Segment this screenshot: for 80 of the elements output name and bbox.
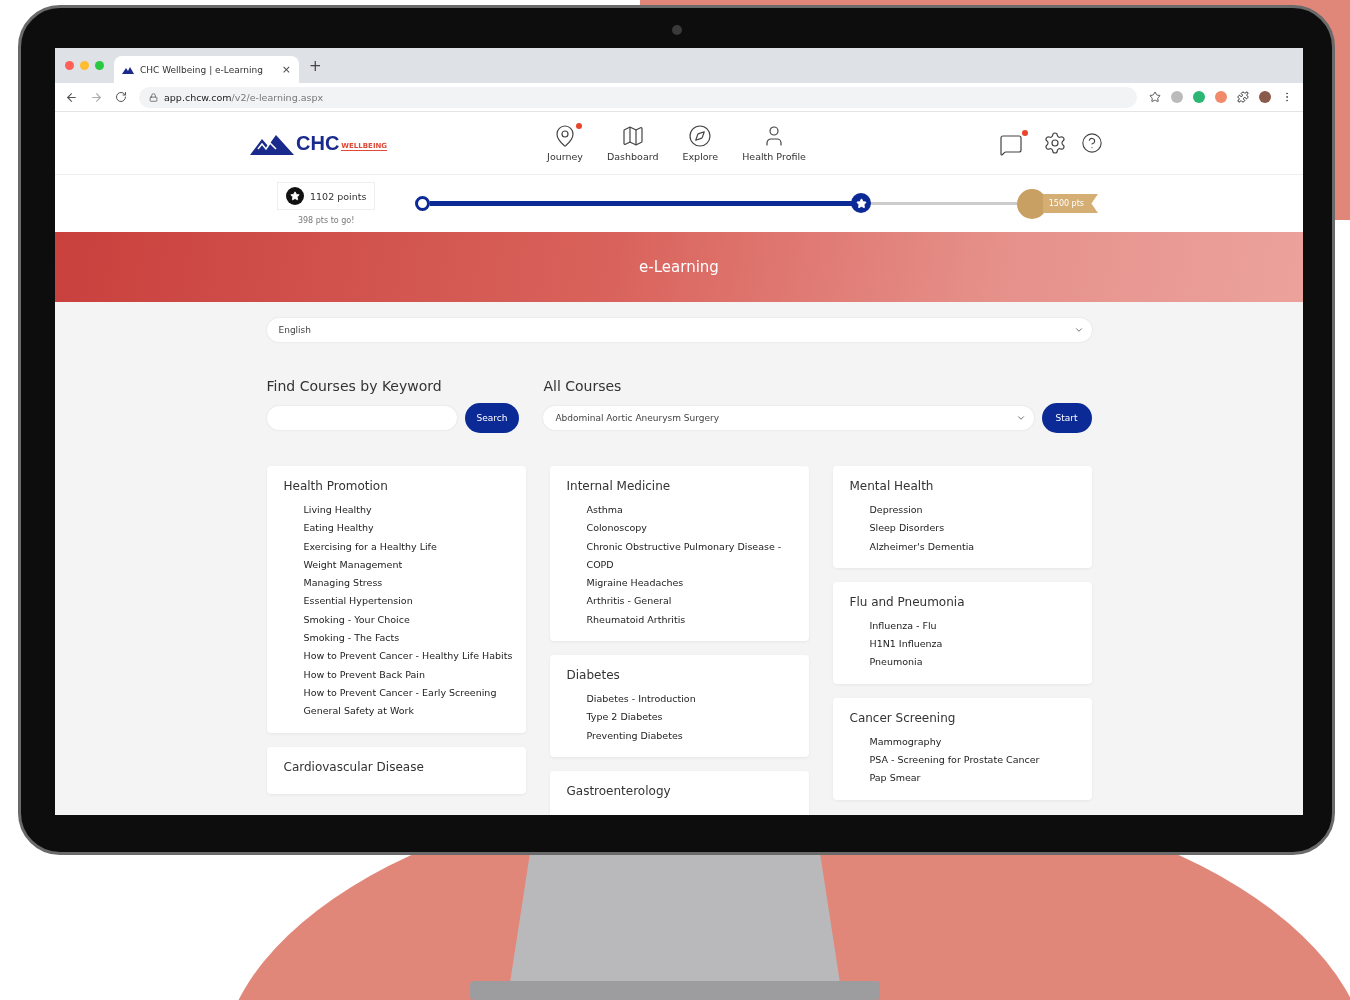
forward-icon[interactable] xyxy=(90,90,103,104)
profile-avatar[interactable] xyxy=(1259,91,1271,103)
tab-title: CHC Wellbeing | e-Learning xyxy=(140,64,264,75)
course-link[interactable]: Influenza - Flu xyxy=(869,616,1080,636)
course-link[interactable]: PSA - Screening for Prostate Cancer xyxy=(869,751,1080,770)
lock-icon xyxy=(149,92,158,102)
category-title: Diabetes xyxy=(566,668,621,683)
map-pin-icon xyxy=(553,124,577,148)
course-link[interactable]: Smoking - Your Choice xyxy=(303,610,514,630)
course-link[interactable]: Managing Stress xyxy=(303,574,514,593)
course-link[interactable]: Type 2 Diabetes xyxy=(586,708,797,727)
logo-wordmark: CHC xyxy=(296,131,340,155)
nav-item[interactable]: Dashboard xyxy=(606,124,659,162)
category-title: Internal Medicine xyxy=(566,479,672,493)
settings-icon[interactable] xyxy=(1043,131,1067,155)
course-link[interactable]: Chronic Obstructive Pulmonary Disease - COPD xyxy=(586,537,797,575)
search-button[interactable]: Search xyxy=(464,403,520,433)
close-tab-button[interactable]: × xyxy=(281,63,291,76)
course-link[interactable]: Smoking - The Facts xyxy=(303,629,514,648)
start-button[interactable]: Start xyxy=(1041,403,1092,433)
course-link[interactable]: Living Healthy xyxy=(303,501,514,520)
address-field[interactable]: app.chcw.com/v2/e-learning.aspx xyxy=(139,86,1137,108)
page-title: e-Learning xyxy=(639,258,719,276)
close-window-icon[interactable] xyxy=(65,61,74,70)
category-title: Mental Health xyxy=(849,479,935,493)
course-link[interactable]: Pap Smear xyxy=(869,769,1080,788)
section-heading: Find Courses by Keyword xyxy=(266,378,443,394)
compass-icon xyxy=(688,124,713,148)
goal-ribbon: 1500 pts xyxy=(1042,194,1098,213)
star-icon xyxy=(855,197,867,209)
new-tab-button[interactable]: + xyxy=(309,56,322,75)
course-link[interactable]: How to Prevent Cancer - Healthy Life Habits xyxy=(303,647,514,666)
points-remaining: 398 pts to go! xyxy=(297,216,355,225)
mountain-icon xyxy=(122,65,134,74)
course-link[interactable]: How to Prevent Cancer - Early Screening xyxy=(303,683,514,703)
course-link[interactable]: Arthritis - General xyxy=(586,592,797,611)
extension-icon[interactable] xyxy=(1215,91,1227,103)
map-icon xyxy=(620,124,645,148)
bookmark-star-icon[interactable] xyxy=(1149,91,1161,103)
course-link[interactable]: How to Prevent Back Pain xyxy=(303,665,514,684)
chevron-down-icon xyxy=(1073,325,1084,335)
course-link[interactable]: Migraine Headaches xyxy=(586,574,797,593)
reload-icon[interactable] xyxy=(115,91,127,103)
browser-tab[interactable]: CHC Wellbeing | e-Learning × xyxy=(114,56,299,83)
category-title: Gastroenterology xyxy=(566,783,672,798)
language-select[interactable]: English xyxy=(266,318,1092,342)
course-link[interactable]: Exercising for a Healthy Life xyxy=(303,537,514,556)
course-link[interactable]: Depression xyxy=(869,501,1080,520)
points-text: 1102 points xyxy=(310,190,367,202)
course-link[interactable]: Mammography xyxy=(869,732,1080,752)
course-link[interactable]: Eating Healthy xyxy=(303,519,514,538)
course-link[interactable]: Asthma xyxy=(586,501,797,520)
course-link[interactable]: H1N1 Influenza xyxy=(869,635,1080,654)
puzzle-icon[interactable] xyxy=(1237,91,1249,103)
course-link[interactable]: Weight Management xyxy=(303,555,514,575)
messages-button[interactable] xyxy=(999,129,1029,157)
back-icon[interactable] xyxy=(65,90,78,104)
course-link[interactable]: Colonoscopy xyxy=(586,519,797,538)
nav-item[interactable]: Explore xyxy=(682,124,719,162)
help-icon[interactable] xyxy=(1081,132,1103,154)
start-marker xyxy=(415,196,431,211)
course-link[interactable]: Pneumonia xyxy=(869,653,1080,672)
chevron-down-icon xyxy=(1015,413,1026,423)
course-link[interactable]: General Safety at Work xyxy=(303,702,514,721)
course-link[interactable]: Rheumatoid Arthritis xyxy=(586,610,797,630)
nav-item[interactable]: Health Profile xyxy=(742,124,806,162)
nav-item[interactable]: Journey xyxy=(547,124,583,162)
category-title: Cancer Screening xyxy=(849,710,957,725)
course-link[interactable]: Sleep Disorders xyxy=(869,519,1080,538)
section-heading: All Courses xyxy=(543,378,623,394)
course-link[interactable]: Alzheimer's Dementia xyxy=(869,537,1080,556)
camera-icon xyxy=(672,25,682,35)
category-title: Cardiovascular Disease xyxy=(283,759,425,774)
course-select[interactable]: Abdominal Aortic Aneurysm Surgery xyxy=(543,406,1034,430)
course-link[interactable]: Essential Hypertension xyxy=(303,592,514,611)
extension-icon[interactable] xyxy=(1193,91,1205,103)
course-link[interactable]: Diabetes - Introduction xyxy=(586,690,797,709)
category-title: Health Promotion xyxy=(283,479,389,493)
course-link[interactable]: Preventing Diabetes xyxy=(586,726,797,745)
category-title: Flu and Pneumonia xyxy=(849,594,966,609)
